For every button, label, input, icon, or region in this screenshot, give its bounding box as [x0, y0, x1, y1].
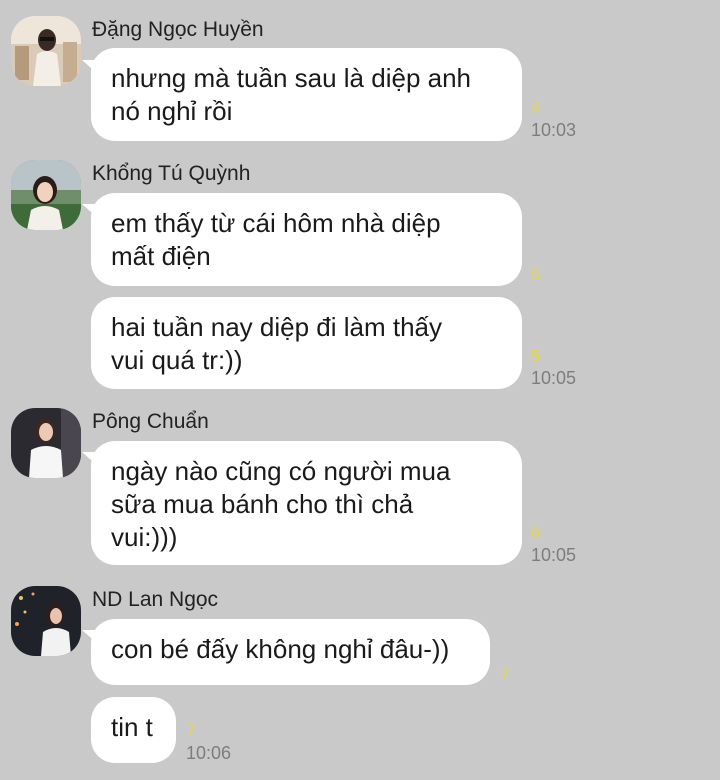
avatar[interactable]	[11, 16, 81, 86]
avatar-photo	[11, 16, 81, 86]
avatar-photo	[11, 160, 81, 230]
message-bubble[interactable]: nhưng mà tuần sau là diệp anh nó nghỉ rồ…	[91, 48, 522, 141]
message-bubble[interactable]: ngày nào cũng có người mua sữa mua bánh …	[91, 441, 522, 565]
timestamp: 10:05	[531, 545, 577, 565]
message-bubble[interactable]: em thấy từ cái hôm nhà diệp mất điện	[91, 193, 522, 286]
message-text: vui:)))	[111, 522, 178, 552]
avatar[interactable]	[11, 408, 81, 478]
avatar-photo	[11, 586, 81, 656]
message-text: sữa mua bánh cho thì chả	[111, 489, 414, 519]
message-text: ngày nào cũng có người mua	[111, 456, 451, 486]
sender-name: Đặng Ngọc Huyền	[92, 18, 264, 41]
message-bubble[interactable]: tin t	[91, 697, 176, 763]
sender-name: ND Lan Ngọc	[92, 588, 219, 611]
avatar[interactable]	[11, 586, 81, 656]
message-text: con bé đấy không nghỉ đâu-))	[111, 634, 450, 664]
message-text: vui quá tr:))	[111, 345, 243, 375]
message-text: nó nghỉ rồi	[111, 96, 233, 126]
message-text: mất điện	[111, 241, 211, 271]
message-bubble[interactable]: hai tuần nay diệp đi làm thấy vui quá tr…	[91, 297, 522, 389]
timestamp: 10:03	[531, 120, 577, 140]
message-text: nhưng mà tuần sau là diệp anh	[111, 63, 472, 93]
unread-count: 7	[186, 721, 196, 740]
message-text: hai tuần nay diệp đi làm thấy	[111, 312, 442, 342]
message-text: tin t	[111, 712, 153, 742]
unread-count: 6	[531, 523, 541, 542]
unread-count: 5	[531, 346, 541, 365]
avatar[interactable]	[11, 160, 81, 230]
unread-count: 5	[531, 265, 541, 284]
sender-name: Khổng Tú Quỳnh	[92, 162, 251, 185]
unread-count: 4	[531, 98, 541, 117]
sender-name: Pông Chuẩn	[92, 410, 209, 433]
timestamp: 10:06	[186, 743, 232, 763]
timestamp: 10:05	[531, 368, 577, 388]
unread-count: 7	[500, 665, 510, 684]
message-bubble[interactable]: con bé đấy không nghỉ đâu-))	[91, 619, 490, 685]
message-text: em thấy từ cái hôm nhà diệp	[111, 208, 441, 238]
avatar-photo	[11, 408, 81, 478]
